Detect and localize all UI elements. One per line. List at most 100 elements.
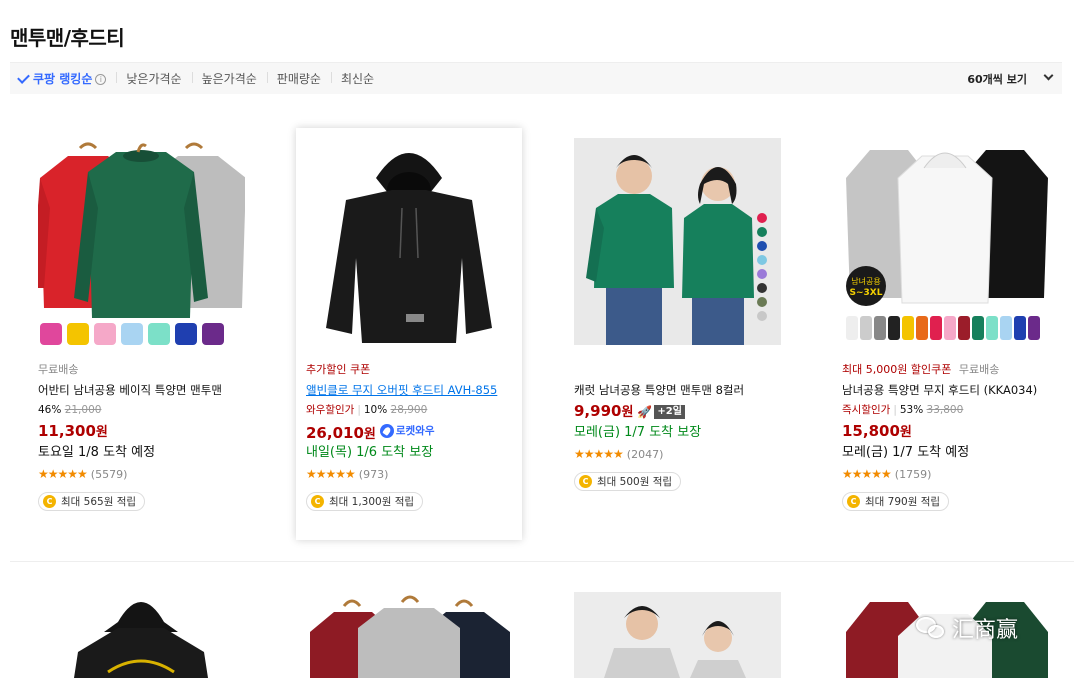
rating: ★★★★★ (2047) [574,444,800,464]
discount-label: 와우할인가 [306,404,355,416]
separator: | [893,404,897,416]
watermark: 汇商赢 [916,612,1018,644]
product-image[interactable]: 남녀공용 S~3XL [842,138,1049,345]
sale-price: 15,800원 [842,420,1068,442]
review-count: (2047) [626,447,664,461]
original-price: 33,800 [926,404,964,416]
sale-price: 11,300원 [38,420,264,442]
product-card[interactable]: 캐럿 남녀공용 특양면 맨투맨 8컬러 9,990원 🚀 +2일 모레(금) 1/7… [564,128,790,538]
review-count: (1759) [894,467,932,481]
product-name[interactable]: 앨빈클로 무지 오버핏 후드티 AVH-855 [306,380,532,400]
price-value: 26,010 [306,424,364,442]
price-value: 9,990 [574,402,622,420]
reward-text: 최대 565원 적립 [61,496,137,508]
product-image[interactable] [574,592,781,678]
rating: ★★★★★ (973) [306,464,532,484]
sort-ranking-label: 쿠팡 랭킹순 [33,72,93,86]
product-name[interactable]: 어반티 남녀공용 베이직 특양면 맨투맨 [38,380,264,400]
watermark-text: 汇商赢 [952,618,1019,643]
product-image[interactable] [38,138,245,345]
discount-rate: 10% [363,404,388,416]
product-card[interactable]: 무료배송 어반티 남녀공용 베이직 특양면 맨투맨 46% 21,000 11,… [28,128,254,538]
rocket-wow-badge: 로켓와우 [379,420,435,442]
coin-icon: C [43,495,56,508]
row-divider [10,561,1074,562]
delivery-info: 모레(금) 1/7 도착 보장 [574,425,702,440]
reward-badge: C 최대 565원 적립 [38,492,146,511]
star-icons: ★★★★★ [842,467,892,481]
product-name[interactable]: 남녀공용 특양면 무지 후드티 (KKA034) [842,380,1068,400]
star-icons: ★★★★★ [574,447,624,461]
product-image[interactable] [574,138,781,345]
product-card[interactable]: 남녀공용 S~3XL 최대 5,000원 할인쿠폰 무료배송 남녀공용 특양면 … [832,128,1058,538]
hoodie-set-image: 남녀공용 S~3XL [842,138,1049,345]
per-page-select[interactable]: 60개씩 보기 [967,70,1054,87]
rocket-wow-label: 로켓와우 [395,425,435,437]
sort-ranking[interactable]: 쿠팡 랭킹순 i [10,70,116,87]
review-count: (973) [358,467,389,481]
hoodie-back-image [38,592,245,678]
reward-badge: C 최대 500원 적립 [574,472,682,491]
price-unit: 원 [95,425,108,440]
discount-label: 즉시할인가 [842,404,891,416]
sort-sales[interactable]: 판매량순 [266,70,331,87]
price-unit: 원 [621,405,634,420]
couple-hoodie-image [574,592,781,678]
product-name[interactable]: 캐럿 남녀공용 특양면 맨투맨 8컬러 [574,380,800,400]
sweatshirt-image [38,138,245,345]
delivery-info: 토요일 1/8 도착 예정 [38,445,156,460]
original-price-row: 와우할인가 | 10% 28,900 [306,400,532,420]
wechat-icon [916,615,946,641]
badge-row: 최대 5,000원 할인쿠폰 무료배송 [842,360,1068,380]
plus-days-badge: +2일 [654,405,685,419]
coin-icon: C [311,495,324,508]
product-info: 추가할인 쿠폰 앨빈클로 무지 오버핏 후드티 AVH-855 와우할인가 | 10… [306,360,532,511]
delivery-info: 모레(금) 1/7 도착 예정 [842,445,970,460]
product-info: 최대 5,000원 할인쿠폰 무료배송 남녀공용 특양면 무지 후드티 (KKA… [842,360,1068,511]
sale-price: 9,990원 🚀 +2일 [574,400,800,422]
original-price: 28,900 [390,404,428,416]
info-icon[interactable]: i [95,74,107,85]
product-image[interactable] [306,138,513,345]
coupon-badge: 최대 5,000원 할인쿠폰 [842,363,952,376]
reward-badge: C 최대 790원 적립 [842,492,950,511]
reward-text: 최대 1,300원 적립 [329,496,415,508]
price-unit: 원 [363,427,376,442]
rating: ★★★★★ (5579) [38,464,264,484]
check-icon [17,71,30,84]
sweatshirt-set-image [306,592,513,678]
free-shipping-badge: 무료배송 [958,363,1000,376]
original-price: 21,000 [64,404,102,416]
coin-icon: C [847,495,860,508]
sort-bar: 쿠팡 랭킹순 i 낮은가격순 높은가격순 판매량순 최신순 60개씩 보기 [10,62,1062,94]
coin-icon: C [579,475,592,488]
chevron-down-icon [1043,70,1054,81]
delivery-info: 내일(목) 1/6 도착 보장 [306,445,434,460]
reward-badge: C 최대 1,300원 적립 [306,492,424,511]
couple-sweatshirt-image [574,138,781,345]
rocket-icon [379,424,394,438]
price-value: 15,800 [842,422,900,440]
sale-price: 26,010원 로켓와우 [306,420,532,442]
product-image[interactable] [306,592,513,678]
product-image[interactable] [38,592,245,678]
product-info: 무료배송 어반티 남녀공용 베이직 특양면 맨투맨 46% 21,000 11,… [38,360,264,511]
star-icons: ★★★★★ [306,467,356,481]
rating: ★★★★★ (1759) [842,464,1068,484]
per-page-label: 60개씩 보기 [967,72,1027,86]
original-price-row: 46% 21,000 [38,400,264,420]
sort-low-price[interactable]: 낮은가격순 [116,70,191,87]
free-shipping-badge: 무료배송 [38,363,79,376]
coupon-badge: 추가할인 쿠폰 [306,363,371,376]
separator: | [357,404,361,416]
hoodie-image [306,138,513,345]
star-icons: ★★★★★ [38,467,88,481]
sort-high-price[interactable]: 높은가격순 [191,70,267,87]
discount-rate: 46% [38,404,62,416]
svg-text:남녀공용: 남녀공용 [851,277,880,286]
page-title: 맨투맨/후드티 [10,26,125,50]
reward-text: 최대 790원 적립 [865,496,941,508]
product-card-hover[interactable]: 추가할인 쿠폰 앨빈클로 무지 오버핏 후드티 AVH-855 와우할인가 | 10… [296,128,522,540]
sort-newest[interactable]: 최신순 [330,70,384,87]
product-info: 캐럿 남녀공용 특양면 맨투맨 8컬러 9,990원 🚀 +2일 모레(금) 1/7… [574,380,800,491]
